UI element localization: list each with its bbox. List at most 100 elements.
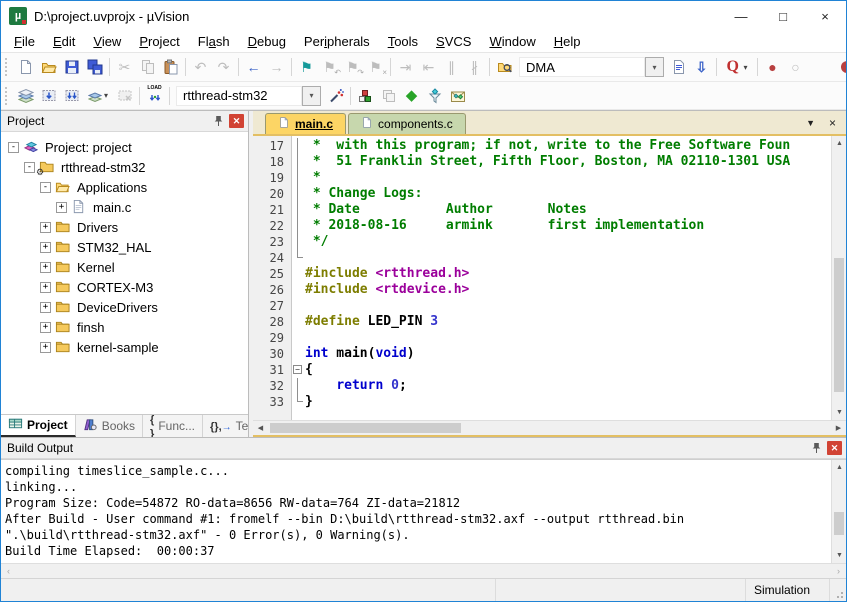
menu-debug[interactable]: Debug	[239, 32, 295, 51]
find-doc-icon[interactable]	[667, 56, 690, 78]
tree-expander[interactable]: +	[40, 262, 51, 273]
target-combo-dropdown[interactable]: ▾	[302, 86, 321, 106]
cut-icon[interactable]: ✂	[113, 56, 136, 78]
save-icon[interactable]	[60, 56, 83, 78]
menu-view[interactable]: View	[84, 32, 130, 51]
scrollbar-thumb[interactable]	[834, 512, 844, 535]
build-output-text[interactable]: compiling timeslice_sample.c...linking..…	[1, 460, 831, 563]
code-area[interactable]: 17 * with this program; if not, write to…	[253, 136, 831, 420]
build-output-close-icon[interactable]: ✕	[827, 441, 842, 455]
breakpoint-disabled-icon[interactable]: ○	[784, 56, 807, 78]
build-vertical-scrollbar[interactable]: ▲ ▼	[831, 460, 846, 563]
back-icon[interactable]: ←	[242, 56, 265, 78]
incremental-find-icon[interactable]: ⇩	[690, 56, 713, 78]
tree-expander[interactable]: +	[40, 242, 51, 253]
outdent-icon[interactable]: ⇤	[417, 56, 440, 78]
options-wand-icon[interactable]	[324, 85, 347, 107]
resize-grip[interactable]	[830, 579, 846, 601]
scrollbar-thumb[interactable]	[834, 258, 844, 393]
tree-item-kernel-sample[interactable]: +kernel-sample	[1, 337, 248, 357]
editor-horizontal-scrollbar[interactable]: ◀ ▶	[253, 420, 846, 435]
panel-tab-func[interactable]: { }Func...	[143, 415, 203, 437]
panel-tab-project[interactable]: Project	[1, 415, 76, 437]
save-all-icon[interactable]	[83, 56, 106, 78]
scrollbar-thumb[interactable]	[270, 423, 461, 433]
tree-item-rtthread-stm32[interactable]: -⚙rtthread-stm32	[1, 157, 248, 177]
rte-icon[interactable]: ◆	[400, 85, 423, 107]
uncomment-icon[interactable]: ∦	[463, 56, 486, 78]
tree-item-cortex-m3[interactable]: +CORTEX-M3	[1, 277, 248, 297]
editor-vertical-scrollbar[interactable]: ▲ ▼	[831, 136, 846, 420]
fold-margin[interactable]: −	[291, 362, 305, 378]
pack-installer-icon[interactable]	[446, 85, 469, 107]
stop-build-icon[interactable]	[113, 85, 136, 107]
menu-help[interactable]: Help	[545, 32, 590, 51]
tree-item-drivers[interactable]: +Drivers	[1, 217, 248, 237]
bookmark-clear-icon[interactable]: ⚑×	[364, 56, 387, 78]
menu-peripherals[interactable]: Peripherals	[295, 32, 379, 51]
tree-expander[interactable]: -	[40, 182, 51, 193]
comment-icon[interactable]: ∥	[440, 56, 463, 78]
manage-items-icon[interactable]	[354, 85, 377, 107]
minimize-button[interactable]: —	[720, 1, 762, 31]
tree-item-finsh[interactable]: +finsh	[1, 317, 248, 337]
load-icon[interactable]: LOAD	[143, 85, 166, 107]
tab-list-dropdown-icon[interactable]: ▼	[806, 118, 815, 128]
tree-item-kernel[interactable]: +Kernel	[1, 257, 248, 277]
tree-expander[interactable]: +	[40, 282, 51, 293]
project-panel-close-icon[interactable]: ✕	[229, 114, 244, 128]
pin-icon[interactable]	[809, 442, 823, 454]
tree-expander[interactable]: +	[40, 222, 51, 233]
tree-expander[interactable]: -	[24, 162, 35, 173]
target-combo[interactable]: rtthread-stm32 ▾	[176, 86, 321, 106]
find-in-files-icon[interactable]	[493, 56, 516, 78]
bookmark-prev-icon[interactable]: ⚑↶	[318, 56, 341, 78]
find-combo-dropdown[interactable]: ▾	[645, 57, 664, 77]
tree-item-main-c[interactable]: +main.c	[1, 197, 248, 217]
bookmark-icon[interactable]: ⚑	[295, 56, 318, 78]
search-button[interactable]: Q ▾	[720, 56, 754, 78]
rebuild-icon[interactable]	[60, 85, 83, 107]
target-combo-value[interactable]: rtthread-stm32	[176, 86, 302, 106]
cascade-icon[interactable]	[377, 85, 400, 107]
find-combo[interactable]: DMA ▾	[519, 57, 664, 77]
redo-icon[interactable]: ↷	[212, 56, 235, 78]
undo-icon[interactable]: ↶	[189, 56, 212, 78]
panel-tab-books[interactable]: Books	[76, 415, 143, 437]
tree-item-devicedrivers[interactable]: +DeviceDrivers	[1, 297, 248, 317]
tab-close-icon[interactable]: ×	[829, 116, 836, 130]
toolbar-grip[interactable]	[5, 58, 9, 76]
tree-expander[interactable]: +	[40, 342, 51, 353]
menu-tools[interactable]: Tools	[379, 32, 427, 51]
find-combo-value[interactable]: DMA	[519, 57, 645, 77]
tree-item-project-project[interactable]: -Project: project	[1, 137, 248, 157]
translate-icon[interactable]	[14, 85, 37, 107]
menu-flash[interactable]: Flash	[189, 32, 239, 51]
indent-icon[interactable]: ⇥	[394, 56, 417, 78]
project-tree[interactable]: -Project: project-⚙rtthread-stm32-Applic…	[1, 132, 248, 414]
menu-edit[interactable]: Edit	[44, 32, 84, 51]
breakpoint-icon[interactable]: ●	[761, 56, 784, 78]
open-file-icon[interactable]	[37, 56, 60, 78]
menu-file[interactable]: File	[5, 32, 44, 51]
toolbar-grip[interactable]	[5, 87, 9, 105]
editor-tab-components-c[interactable]: components.c	[348, 113, 466, 134]
tree-expander[interactable]: +	[40, 322, 51, 333]
build-icon[interactable]	[37, 85, 60, 107]
close-button[interactable]: ×	[804, 1, 846, 31]
menu-project[interactable]: Project	[130, 32, 188, 51]
tree-expander[interactable]: -	[8, 142, 19, 153]
pin-icon[interactable]	[211, 115, 225, 127]
tree-item-applications[interactable]: -Applications	[1, 177, 248, 197]
copy-icon[interactable]	[136, 56, 159, 78]
menu-window[interactable]: Window	[480, 32, 544, 51]
forward-icon[interactable]: →	[265, 56, 288, 78]
maximize-button[interactable]: □	[762, 1, 804, 31]
tree-item-stm32-hal[interactable]: +STM32_HAL	[1, 237, 248, 257]
menu-svcs[interactable]: SVCS	[427, 32, 480, 51]
paste-icon[interactable]	[159, 56, 182, 78]
tree-expander[interactable]: +	[40, 302, 51, 313]
batch-build-icon[interactable]: ▾	[83, 85, 113, 107]
editor-tab-main-c[interactable]: main.c	[265, 113, 346, 134]
bookmark-next-icon[interactable]: ⚑↷	[341, 56, 364, 78]
